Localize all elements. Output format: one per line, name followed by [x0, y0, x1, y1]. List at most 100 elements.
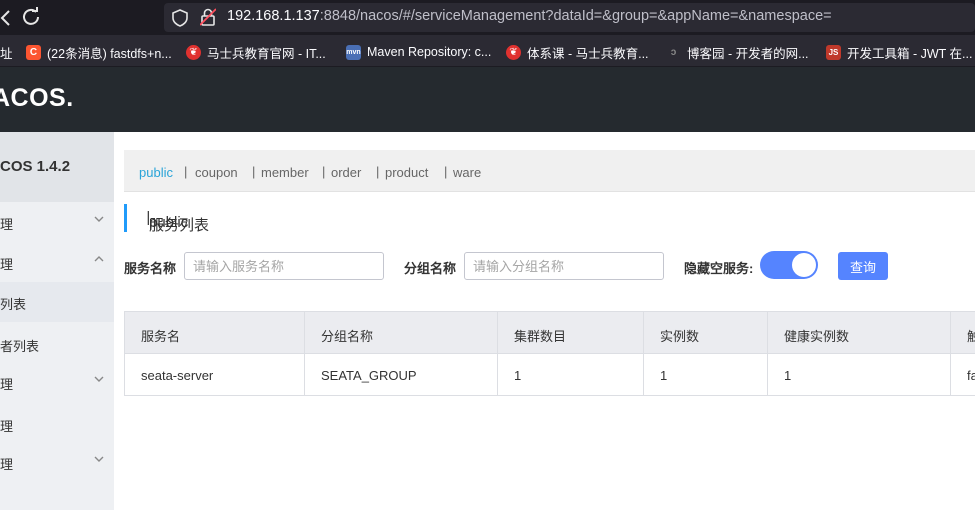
bookmark-item[interactable]: ↄ 博客园 - 开发者的网... — [666, 43, 809, 61]
column-header-healthy-instance-count[interactable]: 健康实例数 — [768, 312, 951, 354]
sidebar-version-title: COS 1.4.2 — [0, 132, 114, 202]
sidebar-item-subscriber-list[interactable]: 者列表 — [0, 324, 114, 364]
bookmark-label: 体系课 - 马士兵教育... — [527, 46, 649, 61]
sidebar-item-cluster-management[interactable]: 理 — [0, 442, 114, 482]
sidebar-item-label: 理 — [0, 217, 14, 232]
bookmark-item[interactable]: 址 — [0, 43, 13, 61]
column-header-trigger[interactable]: 触 — [951, 312, 975, 354]
cell-cluster-count: 1 — [498, 354, 644, 395]
column-header-instance-count[interactable]: 实例数 — [644, 312, 768, 354]
table-row[interactable]: seata-server SEATA_GROUP 1 1 1 fa — [125, 354, 975, 395]
sidebar-item-config-management[interactable]: 理 — [0, 202, 114, 242]
mashibing-icon: ❦ — [186, 44, 201, 60]
cell-text: fa — [967, 368, 975, 383]
url-path: :8848/nacos/#/serviceManagement?dataId=&… — [319, 8, 832, 24]
bookmark-item[interactable]: ❦ 马士兵教育官网 - IT... — [186, 43, 326, 61]
namespace-ware[interactable]: ware — [453, 165, 481, 180]
bookmark-item[interactable]: mvn Maven Repository: c... — [346, 43, 491, 61]
namespace-public[interactable]: public — [139, 165, 173, 180]
bookmark-label: 马士兵教育官网 - IT... — [207, 46, 326, 61]
column-header-label: 实例数 — [660, 329, 700, 344]
csdn-icon: C — [26, 44, 41, 60]
namespace-divider: | — [376, 164, 380, 179]
app-header: ACOS. — [0, 67, 975, 132]
service-name-input[interactable] — [184, 252, 384, 280]
column-header-label: 触 — [967, 326, 975, 345]
page-title: 服务列表 | public — [124, 204, 209, 234]
cell-trigger: fa — [951, 354, 975, 395]
sidebar-item-service-list[interactable]: 列表 — [0, 282, 114, 322]
nacos-logo[interactable]: ACOS. — [0, 84, 74, 113]
chevron-down-icon — [92, 452, 106, 466]
cell-service-name: seata-server — [125, 354, 305, 395]
mashibing-icon: ❦ — [506, 44, 521, 60]
group-name-label: 分组名称 — [404, 261, 457, 276]
url-text[interactable]: 192.168.1.137:8848/nacos/#/serviceManage… — [227, 8, 832, 24]
namespace-coupon[interactable]: coupon — [195, 165, 238, 180]
cell-text: 1 — [660, 368, 668, 383]
back-arrow-icon[interactable] — [0, 8, 10, 28]
bookmark-item[interactable]: ❦ 体系课 - 马士兵教育... — [506, 43, 649, 61]
table-header: 服务名 分组名称 集群数目 实例数 健康实例数 触 — [125, 312, 975, 354]
namespace-product[interactable]: product — [385, 165, 428, 180]
cell-text: 1 — [514, 368, 522, 383]
bookmark-label: Maven Repository: c... — [367, 45, 492, 59]
bookmark-label: (22条消息) fastdfs+n... — [47, 46, 172, 61]
sidebar-item-label: 理 — [0, 377, 14, 392]
sidebar-item-service-management[interactable]: 理 — [0, 242, 114, 282]
sidebar-item-label: 者列表 — [0, 339, 40, 354]
sidebar: COS 1.4.2 理 理 列表 者列表 理 理 理 — [0, 132, 114, 510]
group-name-input[interactable] — [464, 252, 664, 280]
sidebar-item-label: 列表 — [0, 297, 27, 312]
namespace-bar: public | coupon | member | order | produ… — [124, 150, 975, 192]
bookmarks-bar: 址 C (22条消息) fastdfs+n... ❦ 马士兵教育官网 - IT.… — [0, 35, 975, 67]
browser-toolbar: 192.168.1.137:8848/nacos/#/serviceManage… — [0, 0, 975, 35]
chevron-up-icon — [92, 252, 106, 266]
hide-empty-toggle[interactable] — [760, 251, 818, 279]
namespace-order[interactable]: order — [331, 165, 361, 180]
column-header-service-name[interactable]: 服务名 — [125, 312, 305, 354]
sidebar-item-label: 理 — [0, 419, 14, 434]
cell-healthy-instance-count: 1 — [768, 354, 951, 395]
column-header-group-name[interactable]: 分组名称 — [305, 312, 498, 354]
chevron-down-icon — [92, 212, 106, 226]
namespace-member[interactable]: member — [261, 165, 309, 180]
shield-icon[interactable] — [172, 9, 188, 27]
cell-text: 1 — [784, 368, 792, 383]
js-icon: JS — [826, 44, 841, 60]
sidebar-item-label: 理 — [0, 257, 14, 272]
query-button[interactable]: 查询 — [838, 252, 888, 280]
sidebar-item-label: 理 — [0, 457, 14, 472]
version-label: COS 1.4.2 — [0, 158, 71, 175]
url-host: 192.168.1.137 — [227, 8, 320, 24]
service-table: 服务名 分组名称 集群数目 实例数 健康实例数 触 seata-server S… — [124, 311, 975, 396]
column-header-label: 健康实例数 — [784, 329, 850, 344]
bookmark-label: 开发工具箱 - JWT 在... — [847, 46, 973, 61]
cell-text: seata-server — [141, 368, 214, 383]
maven-icon: mvn — [346, 44, 361, 60]
cell-group-name: SEATA_GROUP — [305, 354, 498, 395]
column-header-cluster-count[interactable]: 集群数目 — [498, 312, 644, 354]
cnblogs-icon: ↄ — [670, 46, 677, 58]
hide-empty-label: 隐藏空服务: — [684, 261, 754, 276]
namespace-divider: | — [252, 164, 256, 179]
toggle-knob — [792, 253, 816, 277]
insecure-lock-icon[interactable] — [199, 8, 217, 26]
namespace-divider: | — [184, 164, 188, 179]
page-title-text: 服务列表 | public — [138, 209, 210, 234]
cell-instance-count: 1 — [644, 354, 768, 395]
column-header-label: 分组名称 — [321, 329, 374, 344]
sidebar-item-permission-control[interactable]: 理 — [0, 362, 114, 402]
bookmark-item[interactable]: C (22条消息) fastdfs+n... — [26, 43, 172, 61]
bookmark-label: 博客园 - 开发者的网... — [687, 46, 809, 61]
namespace-divider: | — [322, 164, 326, 179]
sidebar-item-namespace[interactable]: 理 — [0, 404, 114, 444]
page-title-namespace: public — [149, 214, 189, 231]
bookmark-item[interactable]: JS 开发工具箱 - JWT 在... — [826, 43, 972, 61]
reload-icon[interactable] — [20, 6, 42, 28]
cell-text: SEATA_GROUP — [321, 368, 417, 383]
service-name-label: 服务名称 — [124, 261, 177, 276]
namespace-divider: | — [444, 164, 448, 179]
column-header-label: 服务名 — [141, 329, 181, 344]
bookmark-label: 址 — [0, 46, 13, 61]
